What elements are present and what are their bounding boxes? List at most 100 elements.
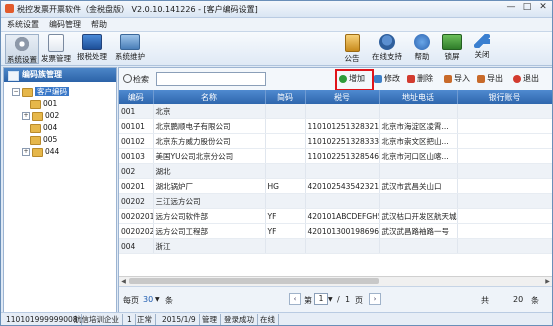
column-header-code[interactable]: 编码: [119, 90, 154, 104]
exit-icon: [513, 74, 521, 83]
maintenance-icon: [120, 34, 140, 50]
table-row[interactable]: 001 北京: [119, 104, 552, 119]
column-header-address-phone[interactable]: 地址电话: [379, 90, 458, 104]
per-page-dropdown-icon[interactable]: ▼: [155, 296, 160, 303]
toolbar-lock-screen[interactable]: 锁屏: [439, 34, 465, 62]
tree-node-005[interactable]: 005: [30, 135, 57, 145]
table-row[interactable]: 00101 北京鹏顺电子有限公司 110101251328321 北京市海淀区凌霄..…: [119, 118, 552, 134]
tree-node-customer-code[interactable]: − 客户编码: [12, 87, 69, 97]
table-cell: [457, 238, 552, 254]
table-cell: [457, 208, 552, 224]
menu-code-management[interactable]: 编码管理: [49, 19, 81, 30]
table-cell: [305, 193, 380, 209]
horizontal-scrollbar[interactable]: ◀ ▶: [119, 276, 552, 286]
total-unit: 条: [531, 296, 539, 305]
panel-header: 编码族管理: [4, 68, 116, 82]
panel-header-icon: [8, 71, 19, 81]
toolbar-online-support[interactable]: 在线支持: [369, 34, 405, 62]
toolbar-tax-report[interactable]: 报税处理: [75, 34, 109, 62]
table-row[interactable]: 00202 三江远方公司: [119, 193, 552, 209]
minimize-button[interactable]: —: [504, 2, 518, 14]
status-date: 2015/1/9: [159, 314, 200, 325]
table-cell: 004: [119, 238, 154, 254]
table-cell: [265, 193, 306, 209]
page-dropdown-icon[interactable]: ▼: [328, 296, 333, 303]
tree-node-002[interactable]: +002: [22, 111, 59, 121]
next-page-button[interactable]: ›: [369, 293, 381, 305]
table-row[interactable]: 0020201 远方公司软件部 YF 420101ABCDEFGH5 武汉枯口开发区航天…: [119, 208, 552, 224]
toolbar-system-settings[interactable]: 系统设置: [5, 34, 39, 64]
column-header-bank-account[interactable]: 银行账号: [457, 90, 552, 104]
table-cell: 001: [119, 104, 154, 119]
customer-code-table: 编码 名称 简码 税号 地址电话 银行账号 001 北京 00101 北京鹏顺电子有限…: [119, 90, 552, 276]
table-row[interactable]: 00201 湖北锅炉厂 HG 420102543542321 武汉市武昌关山口: [119, 178, 552, 194]
tree-node-044[interactable]: +044: [22, 147, 59, 157]
total-label: 共: [481, 296, 489, 305]
table-header-row: 编码 名称 简码 税号 地址电话 银行账号: [119, 90, 552, 104]
delete-button[interactable]: 删除: [407, 73, 433, 84]
table-cell: 北京: [153, 104, 266, 119]
toolbar-notice[interactable]: 公告: [339, 34, 365, 63]
table-cell: [457, 104, 552, 119]
table-cell: 00103: [119, 148, 154, 164]
menu-help[interactable]: 帮助: [91, 19, 107, 30]
pagination-bar: 每页 30 ▼ 条 ‹ 第 1 ▼ / 1 页 › 共 20 条: [119, 286, 552, 312]
toolbar-help[interactable]: 帮助: [409, 34, 435, 62]
per-page-select[interactable]: 30: [143, 295, 153, 304]
status-company: 航信培训企业: [71, 314, 123, 325]
toolbar-system-maintenance[interactable]: 系统维护: [111, 34, 149, 62]
table-row[interactable]: 002 湖北: [119, 163, 552, 179]
monitor-icon: [82, 34, 102, 50]
table-cell: 110102251328333: [305, 133, 380, 149]
page-number-input[interactable]: 1: [314, 293, 328, 305]
scroll-left-icon[interactable]: ◀: [119, 277, 128, 286]
scroll-right-icon[interactable]: ▶: [543, 277, 552, 286]
table-cell: [457, 178, 552, 194]
search-label: 检索: [133, 75, 149, 84]
table-cell: 420101300198696: [305, 223, 380, 239]
column-header-name[interactable]: 名称: [153, 90, 266, 104]
table-cell: 002: [119, 163, 154, 179]
expand-icon[interactable]: +: [22, 112, 30, 120]
notice-icon: [344, 34, 360, 52]
exit-button[interactable]: 退出: [513, 73, 539, 84]
add-button[interactable]: 增加: [339, 73, 365, 84]
maximize-button[interactable]: □: [520, 2, 534, 14]
table-cell: 北京市海淀区凌霄...: [379, 118, 458, 134]
status-bar: 110101999999008 航信培训企业 1 正常 2015/1/9 管理 …: [1, 312, 552, 325]
table-row[interactable]: 0020202 远方公司工程部 YF 420101300198696 武汉武昌路袖路一号: [119, 223, 552, 239]
prev-page-button[interactable]: ‹: [289, 293, 301, 305]
expand-icon[interactable]: +: [22, 148, 30, 156]
close-arrow-icon: [474, 34, 490, 48]
table-row[interactable]: 004 浙江: [119, 238, 552, 254]
folder-icon: [32, 147, 43, 157]
table-cell: 武汉武昌路袖路一号: [379, 223, 458, 239]
column-header-tax-id[interactable]: 税号: [305, 90, 380, 104]
table-row[interactable]: 00102 北京东方威力股份公司 110102251328333 北京市崇文区把山..…: [119, 133, 552, 149]
column-header-short-code[interactable]: 简码: [265, 90, 306, 104]
menu-system-settings[interactable]: 系统设置: [7, 19, 39, 30]
table-row[interactable]: 00103 美国YU公司北京分公司 110102251328546 北京市河口区山喀.…: [119, 148, 552, 164]
table-cell: 00102: [119, 133, 154, 149]
table-cell: 00202: [119, 193, 154, 209]
main-toolbar: 系统设置 发票管理 报税处理 系统维护 公告 在线支持 帮助 锁屏 关闭: [1, 32, 552, 66]
edit-button[interactable]: 修改: [374, 73, 400, 84]
tree-node-001[interactable]: 001: [30, 99, 57, 109]
table-cell: [457, 193, 552, 209]
search-icon: [123, 74, 132, 83]
table-cell: [265, 238, 306, 254]
tree-node-004[interactable]: 004: [30, 123, 57, 133]
toolbar-close[interactable]: 关闭: [469, 34, 495, 62]
edit-icon: [374, 74, 382, 83]
total-count: 20: [513, 295, 524, 304]
scrollbar-thumb[interactable]: [129, 278, 379, 284]
table-cell: [457, 163, 552, 179]
import-button[interactable]: 导入: [444, 73, 470, 84]
collapse-icon[interactable]: −: [12, 88, 20, 96]
search-input[interactable]: [156, 72, 266, 86]
table-cell: 湖北: [153, 163, 266, 179]
export-button[interactable]: 导出: [477, 73, 503, 84]
table-cell: [265, 133, 306, 149]
toolbar-invoice-management[interactable]: 发票管理: [39, 34, 73, 63]
close-window-button[interactable]: ✕: [536, 2, 550, 14]
